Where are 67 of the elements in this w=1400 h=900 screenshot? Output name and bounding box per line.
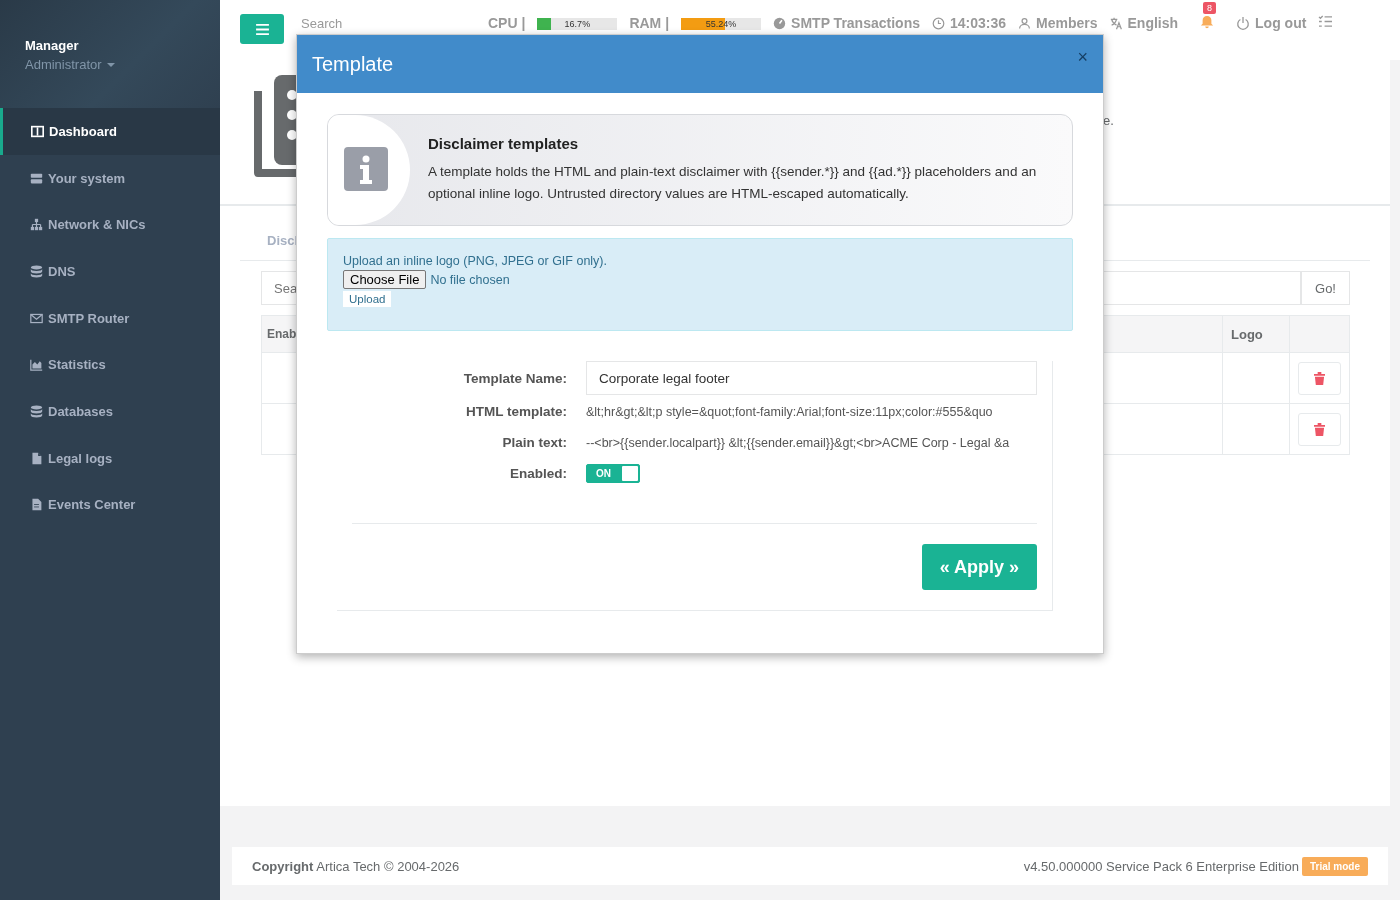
meter-reading: 16.7% (563, 18, 592, 30)
sidebar-item[interactable]: DNS (0, 248, 220, 295)
meter-label: RAM | (629, 15, 670, 31)
power-icon (1236, 16, 1251, 30)
text-field[interactable]: Corporate legal footer (586, 361, 1037, 395)
sidebar-item[interactable]: Events Center (0, 481, 220, 529)
database-icon (30, 404, 43, 418)
file-status: No file chosen (430, 272, 510, 287)
menu-icon (255, 23, 269, 35)
topbar-link[interactable]: English (1109, 15, 1179, 31)
envelope-icon (30, 311, 43, 325)
delete-button[interactable] (1298, 412, 1341, 446)
modal-title: Template (312, 52, 394, 76)
trash-icon (1314, 422, 1325, 436)
topbar-link[interactable]: 14:03:36 (932, 15, 1007, 31)
callout-title: Disclaimer templates (428, 135, 580, 152)
page-description: e. (1103, 113, 1114, 128)
choose-file-button[interactable]: Choose File (343, 270, 427, 289)
sidebar-item[interactable]: Databases (0, 388, 220, 435)
field-label: Enabled: (509, 465, 567, 481)
field-label: Template Name: (462, 370, 567, 386)
caret-icon (106, 62, 115, 67)
toggle-switch[interactable]: ON (586, 463, 640, 483)
sidebar-item[interactable]: Legal logs (0, 434, 220, 482)
sidebar-item[interactable]: Dashboard (0, 108, 220, 155)
field-label: HTML template: (465, 404, 567, 419)
topbar-link[interactable]: Members (1018, 15, 1098, 31)
column-header: Logo (1222, 316, 1289, 352)
upload-button[interactable]: Upload (343, 291, 392, 307)
language-icon (1109, 16, 1123, 30)
sidebar-item[interactable]: Your system (0, 154, 220, 202)
field-value: &lt;hr&gt;&lt;p style=&quot;font-family:Arial;font-size:11px;color:#555&quo (586, 404, 993, 419)
upload-hint: Upload an inline logo (PNG, JPEG or GIF only). (343, 254, 608, 268)
trial-badge: Trial mode (1302, 856, 1368, 876)
notification-count: 8 (1203, 2, 1217, 14)
chart-icon (30, 358, 43, 372)
column-header: Enab (266, 327, 298, 341)
callout-text: A template holds the HTML and plain-text disclaimer with {{sender.*}} and {{ad.*}} placeholders and an optional inline logo. Untrusted directory values are HTML-escaped automatically. (428, 163, 1038, 203)
file-icon (30, 451, 43, 465)
delete-button[interactable] (1298, 361, 1341, 395)
server-icon (30, 171, 43, 185)
users-icon (1018, 16, 1032, 30)
copyright-text: Copyright Artica Tech © 2004-2026 (252, 858, 460, 874)
user-name: Manager (25, 38, 80, 53)
close-button[interactable]: × (1077, 46, 1088, 68)
database-icon (30, 264, 43, 278)
sitemap-icon (30, 218, 43, 232)
tasks-icon[interactable] (1318, 15, 1334, 28)
go-button[interactable]: Go! (1301, 271, 1350, 305)
logout-link[interactable]: Log out (1236, 15, 1307, 31)
meter-label: CPU | (488, 15, 526, 31)
gauge-icon (773, 16, 787, 30)
menu-button[interactable] (240, 14, 284, 44)
clock-icon (932, 16, 945, 30)
field-value: --<br>{{sender.localpart}} &lt;{{sender.email}}&gt;<br>ACME Corp - Legal &a (586, 435, 1010, 450)
info-icon (344, 146, 388, 194)
trash-icon (1314, 371, 1325, 385)
sidebar-item[interactable]: Statistics (0, 341, 220, 389)
sidebar-item[interactable]: SMTP Router (0, 294, 220, 342)
topbar-link[interactable]: SMTP Transactions (773, 15, 920, 31)
version-text: v4.50.000000 Service Pack 6 Enterprise Edition (1023, 858, 1299, 874)
window-icon (31, 124, 44, 138)
sidebar-item[interactable]: Network & NICs (0, 201, 220, 249)
field-label: Plain text: (501, 435, 567, 450)
document-icon (30, 498, 43, 512)
bell-icon (1200, 15, 1215, 29)
apply-button[interactable]: « Apply » (921, 544, 1037, 590)
